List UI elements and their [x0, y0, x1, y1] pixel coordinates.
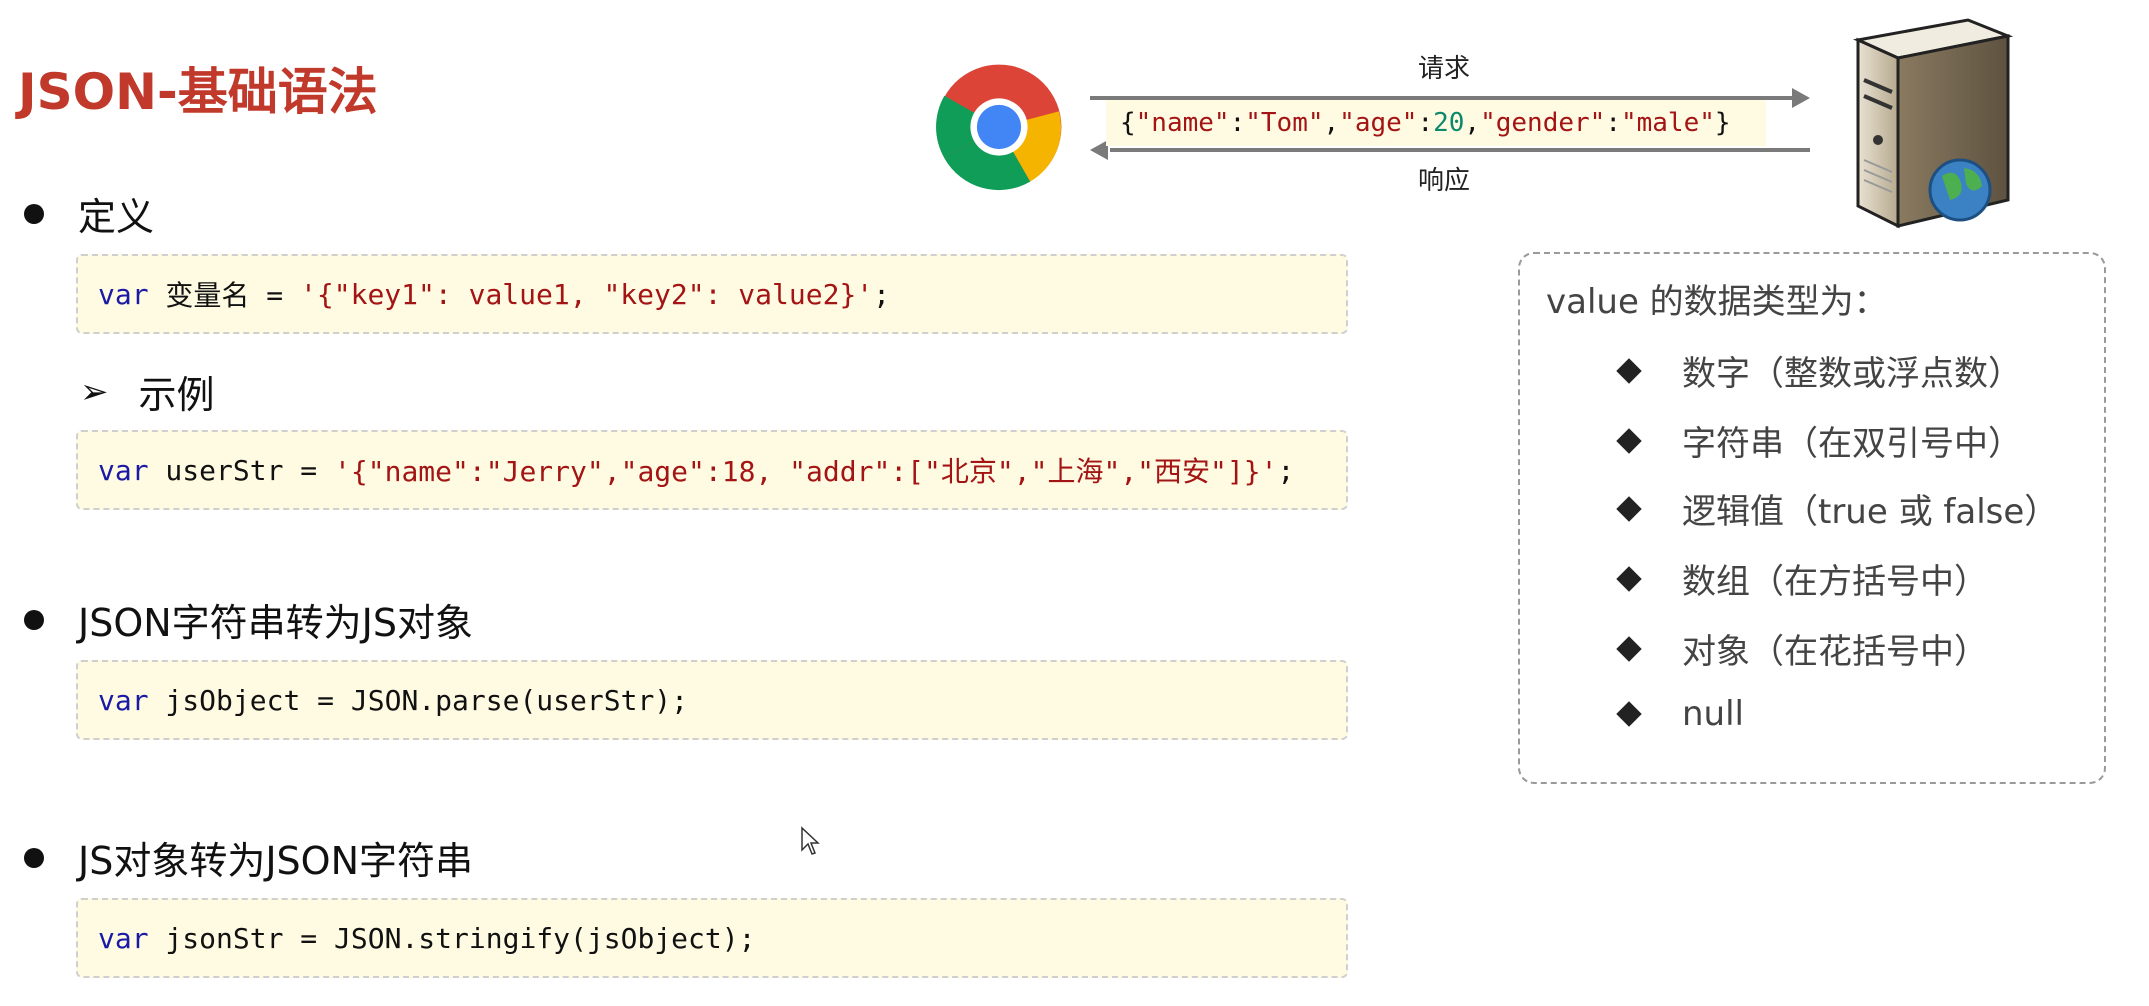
bullet-parse: JSON字符串转为JS对象 — [24, 592, 473, 647]
sub-bullet-example: ➢ 示例 — [80, 364, 215, 419]
bullet-label: JS对象转为JSON字符串 — [78, 839, 473, 883]
response-label: 响应 — [1418, 166, 1471, 196]
bullet-dot — [24, 203, 44, 224]
bullet-label: JSON字符串转为JS对象 — [78, 601, 473, 645]
value-types-title: value 的数据类型为： — [1546, 282, 1888, 322]
bullet-definition: 定义 — [24, 186, 154, 241]
page-title: JSON-基础语法 — [18, 63, 378, 121]
diamond-bullet-icon — [1616, 635, 1642, 662]
bullet-dot — [24, 609, 44, 630]
code-block-definition: var 变量名 = '{"key1": value1, "key2": valu… — [76, 254, 1348, 334]
bullet-dot — [24, 847, 44, 868]
diamond-bullet-icon — [1616, 565, 1642, 592]
value-type-item: 数组（在方括号中） — [1616, 554, 1988, 603]
diamond-bullet-icon — [1616, 495, 1642, 522]
mouse-cursor-icon — [801, 826, 820, 855]
code-block-parse: var jsObject = JSON.parse(userStr); — [76, 660, 1348, 740]
value-type-item: 逻辑值（true 或 false） — [1616, 484, 2058, 533]
server-icon — [1852, 18, 2014, 229]
value-type-item: 对象（在花括号中） — [1616, 624, 1988, 673]
value-type-item: 数字（整数或浮点数） — [1616, 346, 2022, 395]
code-block-example: var userStr = '{"name":"Jerry","age":18,… — [76, 430, 1348, 510]
chrome-icon — [936, 64, 1062, 191]
value-types-panel: value 的数据类型为： 数字（整数或浮点数） 字符串（在双引号中） 逻辑值（… — [1518, 252, 2106, 784]
json-example-strip: {"name": "Tom", "age":20, "gender": "male"} — [1106, 100, 1766, 146]
bullet-stringify: JS对象转为JSON字符串 — [24, 830, 473, 885]
value-type-item: null — [1616, 694, 1744, 734]
request-label: 请求 — [1418, 54, 1471, 84]
diamond-bullet-icon — [1616, 701, 1642, 727]
value-type-item: 字符串（在双引号中） — [1616, 416, 2022, 465]
sub-bullet-label: 示例 — [138, 373, 215, 417]
diamond-bullet-icon — [1616, 427, 1642, 454]
code-block-stringify: var jsonStr = JSON.stringify(jsObject); — [76, 898, 1348, 978]
diamond-bullet-icon — [1616, 357, 1642, 384]
arrowhead-bullet-icon: ➢ — [80, 371, 109, 412]
bullet-label: 定义 — [78, 195, 155, 239]
